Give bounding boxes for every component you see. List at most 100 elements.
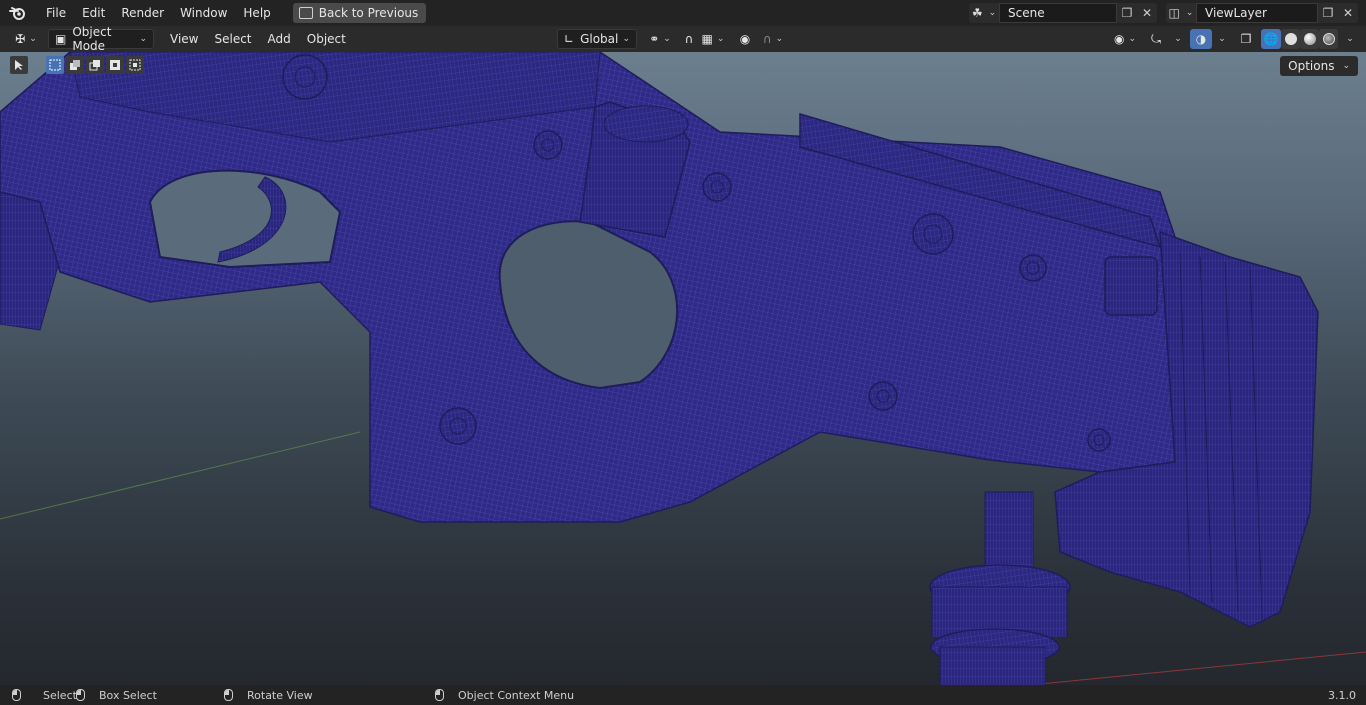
view3d-icon: ✠ xyxy=(15,32,26,46)
menu-add[interactable]: Add xyxy=(260,28,299,50)
transform-orientation-dropdown[interactable]: ∟ Global ⌄ xyxy=(557,29,637,49)
material-sphere-icon xyxy=(1303,33,1316,45)
menu-window[interactable]: Window xyxy=(172,2,235,24)
shading-solid-button[interactable] xyxy=(1281,29,1300,49)
snap-toggle[interactable]: ∩ xyxy=(679,29,699,49)
menu-view[interactable]: View xyxy=(162,28,206,50)
object-mode-icon: ▣ xyxy=(55,32,67,46)
status-bar: Select Box Select Rotate View Object Con… xyxy=(0,685,1366,705)
status-select: Select xyxy=(12,689,77,702)
options-label: Options xyxy=(1288,59,1335,73)
status-select-label: Select xyxy=(43,688,77,702)
orientation-label: Global xyxy=(580,32,619,46)
tool-cursor-icon[interactable] xyxy=(10,56,28,74)
select-invert-icon[interactable] xyxy=(106,56,124,74)
shading-material-button[interactable] xyxy=(1300,29,1319,49)
select-intersect-icon[interactable] xyxy=(126,56,144,74)
mode-dropdown[interactable]: ▣ Object Mode ⌄ xyxy=(48,25,154,53)
scene-browse-button[interactable]: ☘ ⌄ xyxy=(969,3,999,23)
xray-toggle[interactable]: ❐ xyxy=(1236,29,1256,49)
status-box-select: Box Select xyxy=(76,689,157,702)
scene-icon: ☘ xyxy=(971,6,983,20)
chevron-down-icon: ⌄ xyxy=(988,8,997,18)
viewlayer-name-field[interactable]: ViewLayer xyxy=(1196,3,1318,23)
shading-dropdown[interactable]: ⌄ xyxy=(1340,29,1356,49)
status-box-select-label: Box Select xyxy=(99,688,157,702)
chevron-down-icon: ⌄ xyxy=(1346,34,1354,44)
falloff-curve-icon: ∩ xyxy=(762,32,772,46)
chevron-down-icon: ⌄ xyxy=(716,34,725,44)
screen-back-icon xyxy=(298,7,313,19)
status-rotate-view-label: Rotate View xyxy=(247,688,313,702)
selection-mode-toolbar xyxy=(10,56,144,74)
chevron-down-icon: ⌄ xyxy=(29,34,37,44)
viewport-header: ✠ ⌄ ▣ Object Mode ⌄ View Select Add Objec… xyxy=(0,25,1366,53)
gizmo-toggle[interactable]: ⤿ xyxy=(1146,29,1166,49)
menu-render[interactable]: Render xyxy=(113,2,172,24)
menu-object[interactable]: Object xyxy=(299,28,354,50)
blender-logo-icon[interactable] xyxy=(8,3,28,23)
status-context-menu: Object Context Menu xyxy=(435,689,574,702)
menu-file[interactable]: File xyxy=(38,2,74,24)
options-dropdown[interactable]: Options ⌄ xyxy=(1280,56,1358,76)
menu-help[interactable]: Help xyxy=(235,2,278,24)
proportional-icon: ◉ xyxy=(739,32,751,46)
pivot-icon: ⚭ xyxy=(649,32,660,46)
overlays-icon: ◑ xyxy=(1195,32,1207,46)
new-viewlayer-icon[interactable]: ❐ xyxy=(1318,3,1338,23)
status-context-menu-label: Object Context Menu xyxy=(458,688,575,702)
back-to-previous-label: Back to Previous xyxy=(318,6,419,20)
chevron-down-icon: ⌄ xyxy=(139,34,147,44)
chevron-down-icon: ⌄ xyxy=(622,34,630,44)
3d-viewport[interactable]: Options ⌄ xyxy=(0,52,1366,685)
new-scene-icon[interactable]: ❐ xyxy=(1117,3,1137,23)
mesh-wireframe-render xyxy=(0,52,1366,685)
select-new-icon[interactable] xyxy=(46,56,64,74)
top-bar: File Edit Render Window Help Back to Pre… xyxy=(0,0,1366,26)
delete-scene-icon[interactable]: ✕ xyxy=(1137,3,1157,23)
snap-target-button[interactable]: ▦ ⌄ xyxy=(700,29,726,49)
viewlayer-selector: ◫ ⌄ ViewLayer ❐ ✕ xyxy=(1166,3,1358,23)
gizmo-dropdown[interactable]: ⌄ xyxy=(1168,29,1184,49)
pivot-point-button[interactable]: ⚭ ⌄ xyxy=(645,29,675,49)
chevron-down-icon: ⌄ xyxy=(1342,61,1350,71)
editor-type-button[interactable]: ✠ ⌄ xyxy=(10,29,42,49)
gizmo-icon: ⤿ xyxy=(1151,31,1161,46)
proportional-edit-toggle[interactable]: ◉ xyxy=(735,29,755,49)
eye-icon: ◉ xyxy=(1113,32,1125,46)
chevron-down-icon: ⌄ xyxy=(1174,34,1182,44)
chevron-down-icon: ⌄ xyxy=(1218,34,1226,44)
visibility-button[interactable]: ◉ ⌄ xyxy=(1110,29,1140,49)
version-label: 3.1.0 xyxy=(1328,688,1356,702)
back-to-previous-button[interactable]: Back to Previous xyxy=(292,3,427,23)
select-extend-icon[interactable] xyxy=(66,56,84,74)
orientation-icon: ∟ xyxy=(564,32,575,46)
select-subtract-icon[interactable] xyxy=(86,56,104,74)
chevron-down-icon: ⌄ xyxy=(1128,34,1137,44)
solid-sphere-icon xyxy=(1284,33,1297,45)
status-rotate-view: Rotate View xyxy=(224,689,313,702)
mouse-left-icon xyxy=(12,689,21,701)
menu-select[interactable]: Select xyxy=(206,28,259,50)
mode-label: Object Mode xyxy=(72,25,112,53)
xray-icon: ❐ xyxy=(1240,32,1252,46)
shading-wireframe-button[interactable]: 🌐 xyxy=(1261,29,1281,49)
delete-viewlayer-icon[interactable]: ✕ xyxy=(1338,3,1358,23)
viewlayer-browse-button[interactable]: ◫ ⌄ xyxy=(1166,3,1196,23)
scene-name-field[interactable]: Scene xyxy=(999,3,1117,23)
mouse-drag-icon xyxy=(76,689,85,701)
chevron-down-icon: ⌄ xyxy=(663,34,671,44)
falloff-button[interactable]: ∩ ⌄ xyxy=(758,29,788,49)
scene-selector: ☘ ⌄ Scene ❐ ✕ xyxy=(969,3,1157,23)
overlays-toggle[interactable]: ◑ xyxy=(1190,29,1212,49)
grid-snap-icon: ▦ xyxy=(701,32,713,46)
chevron-down-icon: ⌄ xyxy=(1185,8,1194,18)
mouse-middle-icon xyxy=(224,689,233,701)
shading-rendered-button[interactable] xyxy=(1319,29,1338,49)
magnet-icon: ∩ xyxy=(684,32,694,46)
overlays-dropdown[interactable]: ⌄ xyxy=(1212,29,1228,49)
chevron-down-icon: ⌄ xyxy=(775,34,784,44)
menu-edit[interactable]: Edit xyxy=(74,2,113,24)
viewlayer-icon: ◫ xyxy=(1168,6,1180,20)
rendered-sphere-icon xyxy=(1322,33,1335,45)
